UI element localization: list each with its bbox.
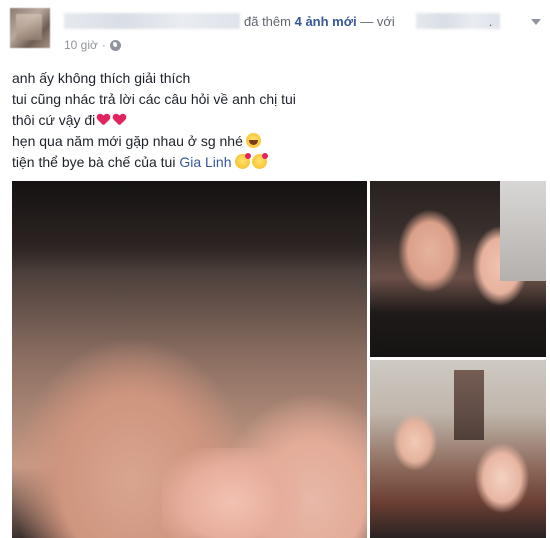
heart-icon [97, 114, 110, 126]
heart-icon [113, 114, 126, 126]
photo-main[interactable] [12, 181, 367, 538]
post-timestamp[interactable]: 10 giờ [64, 38, 98, 52]
meta-separator: · [101, 38, 106, 52]
message-line-1: anh ấy không thích giải thích [12, 70, 191, 86]
post-header: đã thêm 4 ảnh mới — với. [64, 13, 544, 30]
message-line: thôi cứ vậy đi [12, 110, 532, 131]
action-text: đã thêm [244, 14, 291, 29]
message-line-2: tui cũng nhác trả lời các câu hỏi về anh… [12, 91, 296, 107]
photos-link[interactable]: 4 ảnh mới [295, 14, 357, 29]
header-trailing: . [488, 14, 493, 29]
message-line: tui cũng nhác trả lời các câu hỏi về anh… [12, 89, 532, 110]
post-meta: 10 giờ · [64, 38, 121, 52]
avatar[interactable] [10, 8, 50, 48]
message-line: hẹn qua năm mới gặp nhau ở sg nhé [12, 131, 532, 152]
photo-bottom-right[interactable] [370, 360, 546, 538]
post-message: anh ấy không thích giải thích tui cũng n… [12, 68, 532, 173]
kiss-emoji-icon [251, 153, 268, 169]
message-line-5: tiện thể bye bà chế của tui [12, 154, 176, 170]
tagged-user-link[interactable]: Gia Linh [179, 154, 231, 170]
laughing-emoji-icon [245, 133, 261, 148]
message-line: tiện thể bye bà chế của tui Gia Linh [12, 152, 532, 173]
message-line-4: hẹn qua năm mới gặp nhau ở sg nhé [12, 133, 243, 149]
chevron-down-icon[interactable] [528, 16, 544, 28]
with-text: — với [360, 14, 395, 29]
globe-icon[interactable] [109, 39, 121, 51]
message-line: anh ấy không thích giải thích [12, 68, 532, 89]
facebook-post: đã thêm 4 ảnh mới — với. 10 giờ · anh ấy… [0, 0, 550, 538]
message-line-3: thôi cứ vậy đi [12, 112, 96, 128]
photo-top-right[interactable] [370, 181, 546, 357]
kiss-emoji-icon [234, 153, 251, 169]
